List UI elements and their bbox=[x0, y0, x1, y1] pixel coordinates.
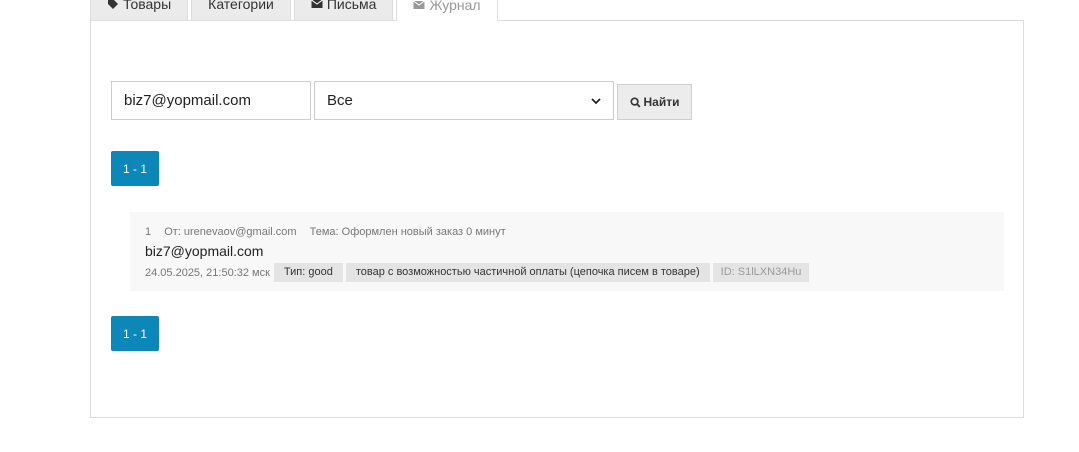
chevron-down-icon bbox=[591, 97, 601, 104]
entry-recipient: biz7@yopmail.com bbox=[145, 243, 264, 259]
tab-label: Журнал bbox=[429, 0, 481, 13]
search-icon bbox=[629, 96, 641, 108]
entry-subject: Тема: Оформлен новый заказ 0 минут bbox=[309, 226, 506, 238]
email-filter-input[interactable] bbox=[111, 81, 311, 120]
type-filter-value: Все bbox=[327, 92, 353, 109]
entry-description-badge: товар с возможностью частичной оплаты (ц… bbox=[345, 263, 710, 282]
tab-label: Письма bbox=[326, 0, 377, 12]
entry-info: 24.05.2025, 21:50:32 мск Тип: good товар… bbox=[145, 263, 812, 282]
envelope-icon bbox=[413, 0, 426, 9]
entry-from: От: urenevaov@gmail.com bbox=[164, 226, 297, 238]
entry-index: 1 bbox=[145, 226, 152, 238]
entry-meta: 1 От: urenevaov@gmail.com Тема: Оформлен… bbox=[145, 226, 516, 238]
entry-id-badge: ID: S1lLXN34Hu bbox=[712, 263, 810, 282]
tab-label: Товары bbox=[123, 0, 172, 12]
entry-timestamp: 24.05.2025, 21:50:32 мск bbox=[145, 266, 270, 279]
search-button-label: Найти bbox=[643, 95, 680, 109]
log-entry: 1 От: urenevaov@gmail.com Тема: Оформлен… bbox=[130, 212, 1004, 291]
entry-type-badge: Тип: good bbox=[273, 263, 343, 282]
pagination-label: 1 - 1 bbox=[122, 161, 147, 176]
tab-bar: Товары Категории Письма Журнал bbox=[90, 0, 501, 21]
pagination-top[interactable]: 1 - 1 bbox=[111, 151, 159, 186]
type-filter-select[interactable]: Все bbox=[314, 81, 614, 120]
envelope-icon bbox=[311, 0, 323, 8]
tag-icon bbox=[108, 0, 118, 9]
tab-categories[interactable]: Категории bbox=[191, 0, 291, 20]
search-button[interactable]: Найти bbox=[617, 84, 692, 120]
tab-journal[interactable]: Журнал bbox=[396, 0, 498, 21]
pagination-bottom[interactable]: 1 - 1 bbox=[111, 316, 159, 351]
tab-label: Категории bbox=[208, 0, 274, 12]
tab-products[interactable]: Товары bbox=[90, 0, 189, 20]
tab-letters[interactable]: Письма bbox=[293, 0, 394, 20]
pagination-label: 1 - 1 bbox=[122, 326, 147, 341]
